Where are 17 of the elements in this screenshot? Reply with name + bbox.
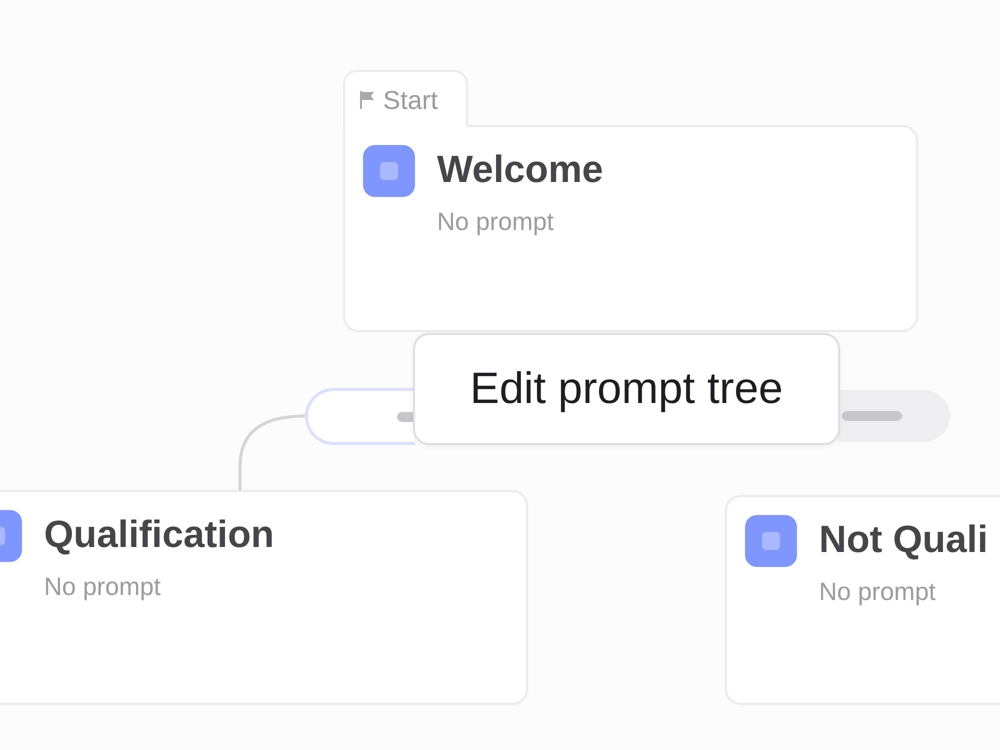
start-label: Start — [383, 84, 438, 114]
node-subtitle: No prompt — [437, 207, 554, 237]
branch-pill[interactable] — [305, 388, 415, 445]
label-bar-drawing — [842, 411, 902, 421]
tile-icon — [363, 145, 415, 197]
node-card[interactable]: Welcome No prompt — [343, 125, 918, 332]
branch-pill[interactable] — [838, 390, 950, 442]
node-subtitle: No prompt — [819, 577, 936, 607]
flag-icon — [359, 90, 375, 108]
node-title: Qualification — [44, 513, 274, 558]
node-title: Not Quali — [819, 518, 988, 563]
node-card[interactable]: Qualification No prompt — [0, 490, 528, 705]
tile-icon — [745, 515, 797, 567]
node-subtitle: No prompt — [44, 572, 161, 602]
edit-prompt-tree-button[interactable]: Edit prompt tree — [413, 333, 840, 445]
node-title: Welcome — [437, 148, 604, 193]
node-card[interactable]: Not Quali No prompt — [725, 495, 1000, 705]
